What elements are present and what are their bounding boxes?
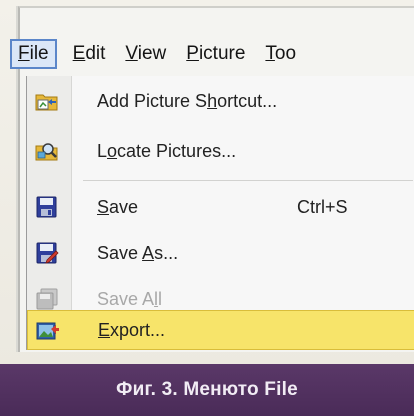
save-all-icon [35, 288, 59, 310]
menu-item-label: Locate Pictures... [97, 140, 237, 161]
menu-item-label: Save As... [97, 242, 179, 263]
menu-edit[interactable]: Edit [63, 40, 116, 68]
file-menu-dropdown: Add Picture Shortcut... Locate Pictures.… [26, 76, 414, 350]
menu-tools[interactable]: Too [255, 40, 306, 68]
menu-file[interactable]: File [10, 39, 57, 69]
caption-text: Фиг. 3. Менюто File [116, 379, 298, 400]
menu-item-add-picture-shortcut[interactable]: Add Picture Shortcut... [27, 82, 414, 120]
menu-item-label: Export... [98, 319, 166, 340]
menu-item-save[interactable]: Save Ctrl+S [27, 188, 414, 226]
add-shortcut-icon [35, 90, 59, 112]
menu-view[interactable]: View [115, 40, 176, 68]
menu-separator [83, 180, 413, 181]
save-shortcut: Ctrl+S [297, 196, 348, 217]
menu-item-label: Add Picture Shortcut... [97, 90, 278, 111]
figure-caption: Фиг. 3. Менюто File [0, 364, 414, 416]
menu-item-label: Save All [97, 288, 163, 309]
locate-pictures-icon [35, 140, 59, 162]
menu-item-save-as[interactable]: Save As... [27, 234, 414, 272]
menu-item-label: Save [97, 196, 139, 217]
menu-item-export[interactable]: Export... [27, 310, 414, 350]
save-as-icon [35, 242, 59, 264]
menu-picture[interactable]: Picture [176, 40, 255, 68]
menu-item-locate-pictures[interactable]: Locate Pictures... [27, 132, 414, 170]
save-icon [35, 196, 59, 218]
export-icon [36, 320, 60, 342]
menu-bar: File Edit View Picture Too [10, 38, 400, 70]
